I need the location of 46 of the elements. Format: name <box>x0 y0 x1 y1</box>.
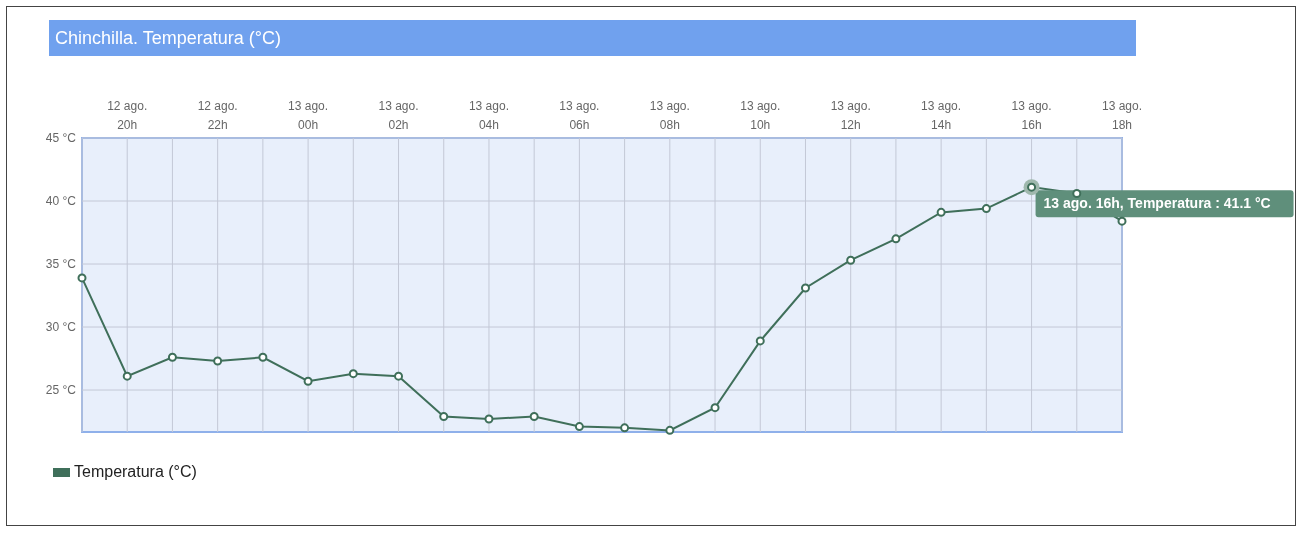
axis-label: 40 °C <box>45 194 76 208</box>
data-point[interactable] <box>122 371 132 381</box>
axis-label: 13 ago. 00h <box>288 99 329 132</box>
chart-title: Chinchilla. Temperatura (°C) <box>49 20 1136 56</box>
data-point[interactable] <box>846 255 856 265</box>
data-point[interactable] <box>981 204 991 214</box>
data-point[interactable] <box>665 425 675 435</box>
tooltip: 13 ago. 16h, Temperatura : 41.1 °C <box>1035 190 1294 218</box>
axis-label: 13 ago. 02h <box>378 99 419 132</box>
axis-label: 13 ago. 16h <box>1011 99 1052 132</box>
axis-label: 13 ago. 10h <box>740 99 781 132</box>
axis-label: 13 ago. 12h <box>830 99 871 132</box>
axis-label: 13 ago. 06h <box>559 99 600 132</box>
data-point[interactable] <box>303 376 313 386</box>
legend-label[interactable]: Temperatura (°C) <box>74 460 197 484</box>
data-point[interactable] <box>258 352 268 362</box>
annotation: 13 ago. 16h, Temperatura : 41.1 °C <box>1043 195 1271 212</box>
data-point[interactable] <box>1072 188 1082 198</box>
axis-label: 13 ago. 04h <box>468 99 509 132</box>
axis-label: 35 °C <box>45 257 76 271</box>
data-point[interactable] <box>167 352 177 362</box>
axis-label: 13 ago. 18h <box>1102 99 1142 132</box>
data-point[interactable] <box>710 403 720 413</box>
axis-label: 13 ago. 08h <box>649 99 690 132</box>
data-point[interactable] <box>77 273 87 283</box>
axis-label: 45 °C <box>45 131 76 145</box>
data-point[interactable] <box>1027 182 1037 192</box>
data-point[interactable] <box>213 356 223 366</box>
data-point[interactable] <box>439 412 449 421</box>
data-point[interactable] <box>755 336 765 346</box>
data-point[interactable] <box>801 283 810 293</box>
data-point[interactable] <box>394 371 403 381</box>
data-point[interactable] <box>574 422 584 432</box>
axis-label: 25 °C <box>45 383 76 398</box>
data-point[interactable] <box>529 412 539 421</box>
axis-label: 30 °C <box>45 320 76 335</box>
data-point[interactable] <box>891 234 901 244</box>
axis-label: 12 ago. 22h <box>197 99 238 132</box>
data-point[interactable] <box>1117 216 1127 226</box>
data-point[interactable] <box>936 207 946 217</box>
axis-label: 13 ago. 14h <box>921 99 962 132</box>
axis-label: 12 ago. 20h <box>107 99 148 132</box>
data-point[interactable] <box>348 369 358 379</box>
legend-swatch <box>53 467 70 477</box>
data-point[interactable] <box>484 414 494 424</box>
data-point[interactable] <box>620 423 630 433</box>
